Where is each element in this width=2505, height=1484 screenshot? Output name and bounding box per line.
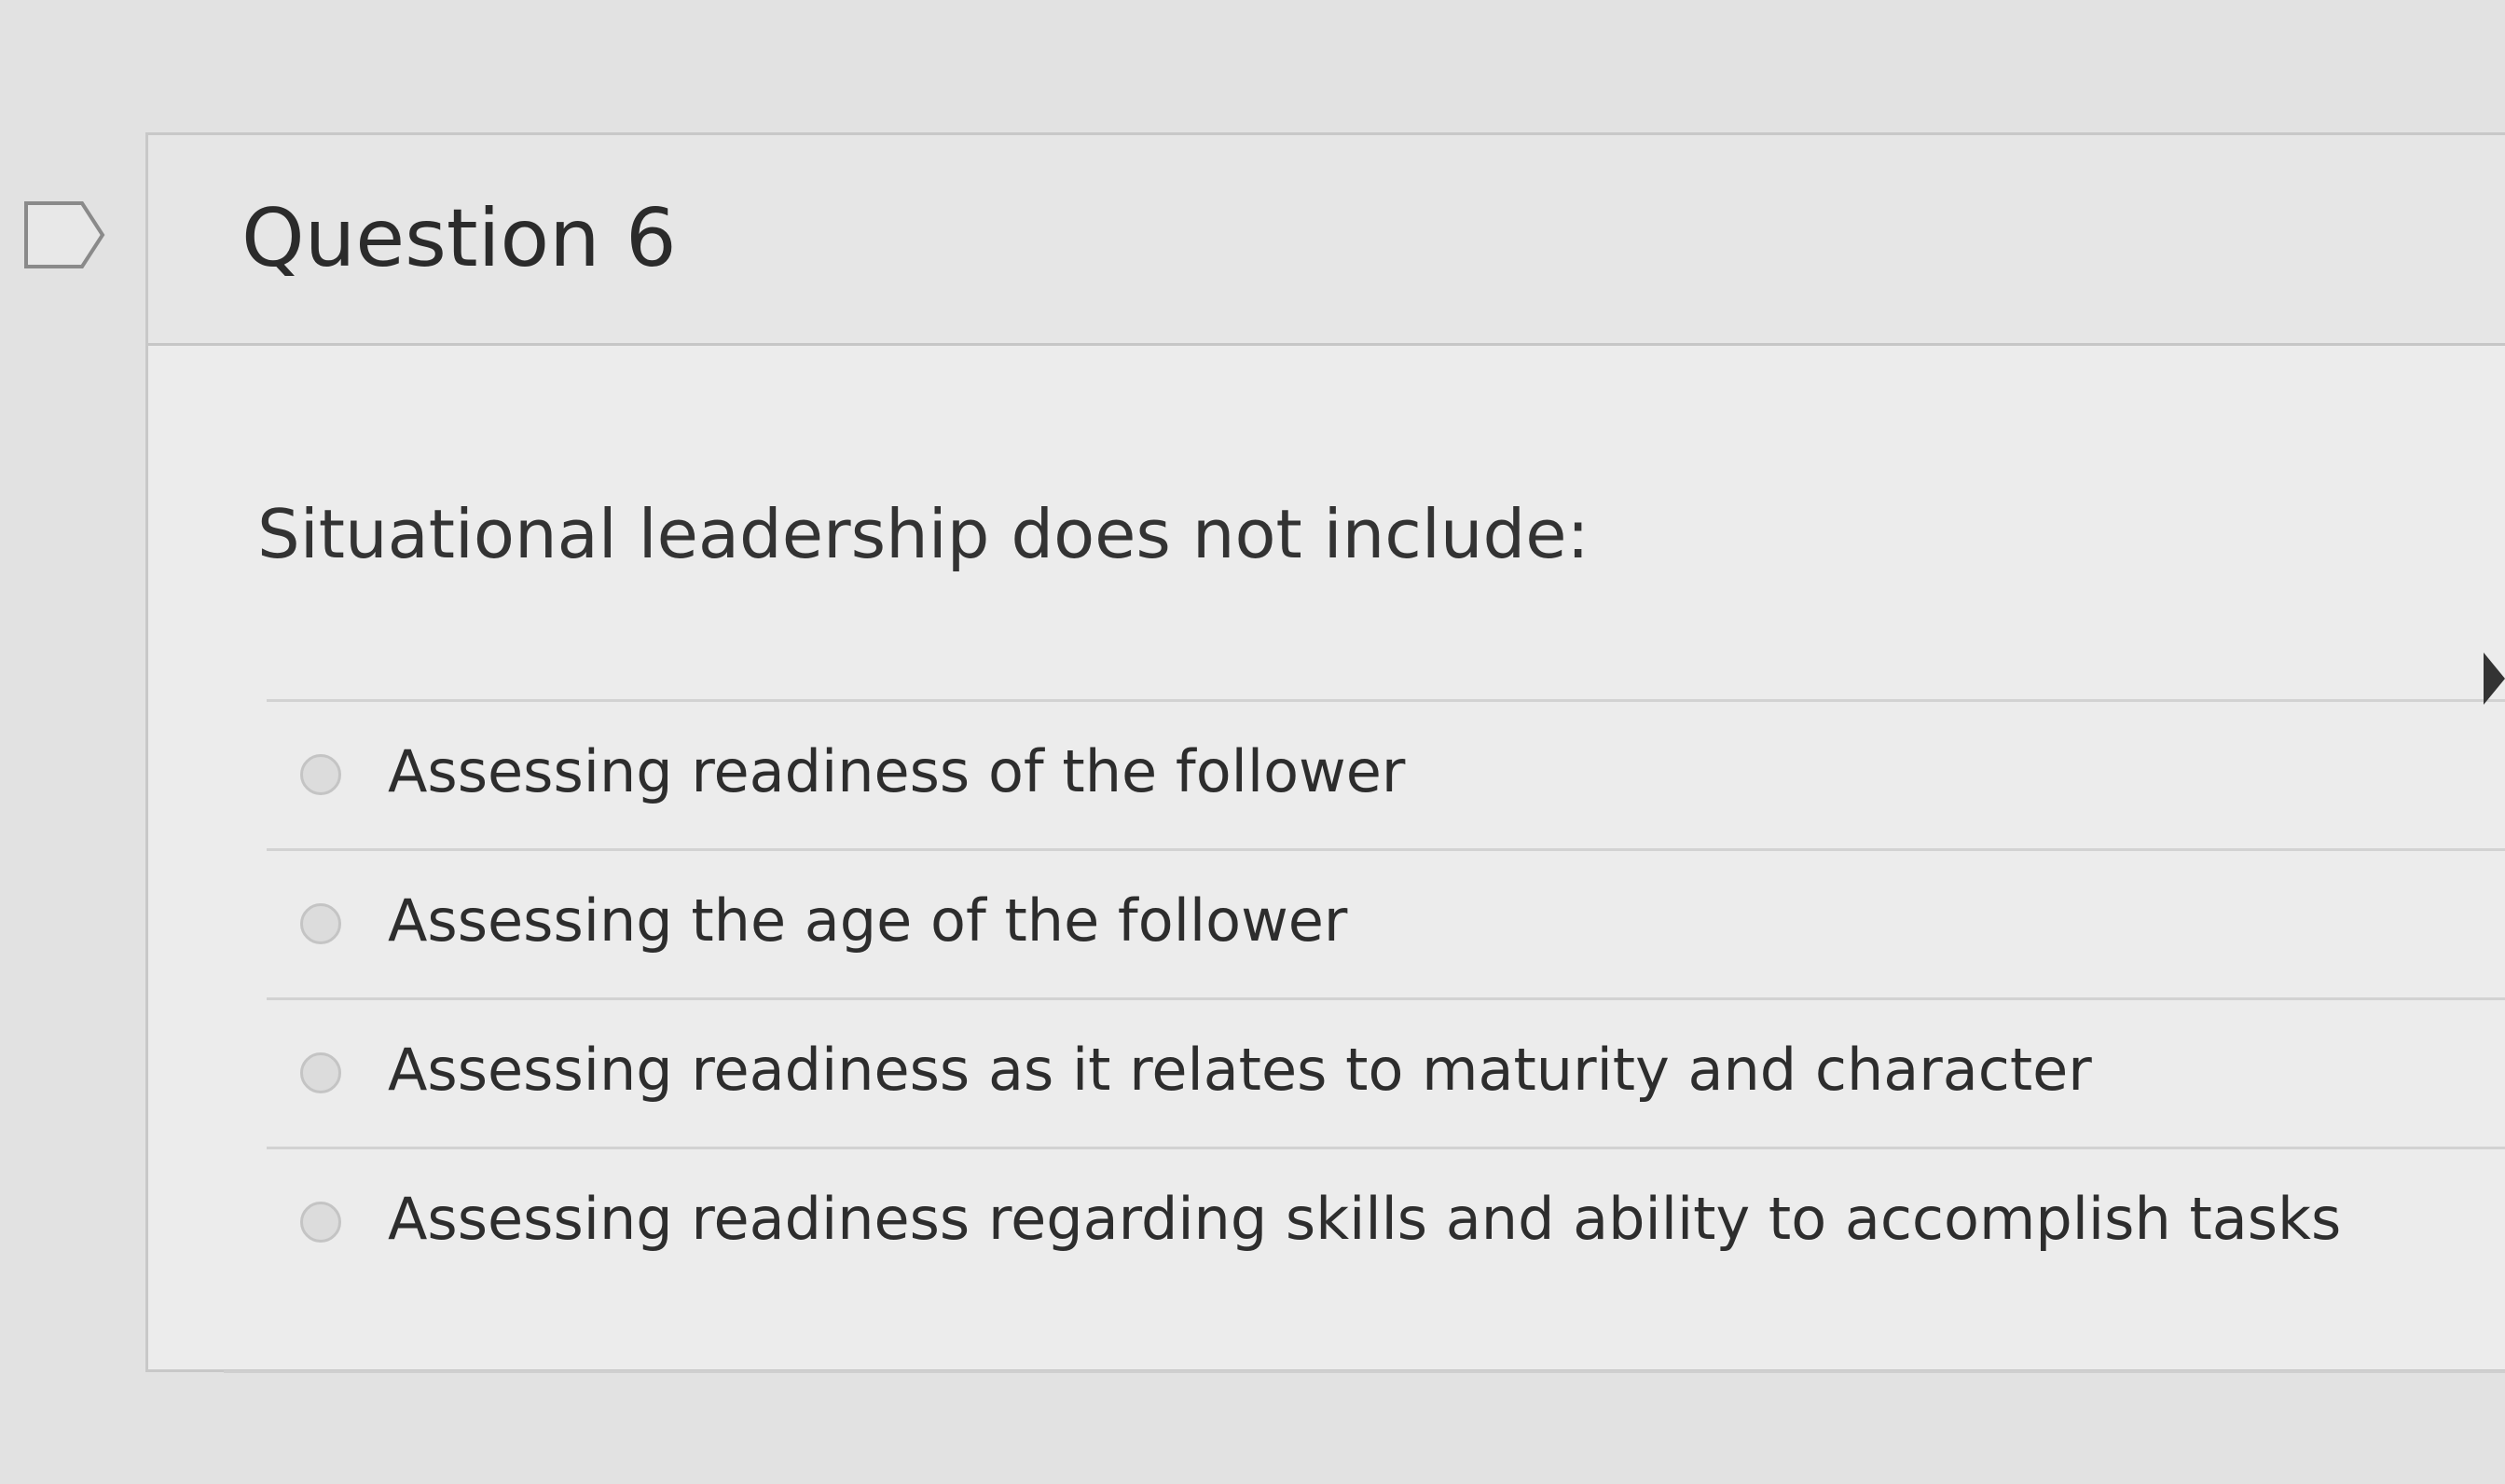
- card-bottom-border: [224, 1370, 2505, 1373]
- answer-option[interactable]: Assessing readiness regarding skills and…: [267, 1147, 2505, 1296]
- answer-label: Assessing readiness of the follower: [388, 737, 1406, 805]
- flag-question-icon[interactable]: [21, 198, 110, 272]
- question-header: Question 6: [148, 135, 2505, 346]
- answer-label: Assessing readiness regarding skills and…: [388, 1185, 2342, 1253]
- radio-button-icon[interactable]: [300, 754, 341, 795]
- radio-button-icon[interactable]: [300, 1052, 341, 1093]
- answer-option[interactable]: Assessing readiness of the follower: [267, 699, 2505, 848]
- question-text: Situational leadership does not include:: [257, 495, 1590, 573]
- mouse-cursor-icon: [2484, 653, 2505, 705]
- answer-option[interactable]: Assessing the age of the follower: [267, 848, 2505, 997]
- question-title: Question 6: [241, 192, 677, 285]
- radio-button-icon[interactable]: [300, 903, 341, 944]
- answer-label: Assessing the age of the follower: [388, 886, 1348, 955]
- answer-list: Assessing readiness of the follower Asse…: [267, 699, 2505, 1296]
- answer-label: Assessing readiness as it relates to mat…: [388, 1036, 2092, 1104]
- radio-button-icon[interactable]: [300, 1202, 341, 1243]
- answer-option[interactable]: Assessing readiness as it relates to mat…: [267, 997, 2505, 1147]
